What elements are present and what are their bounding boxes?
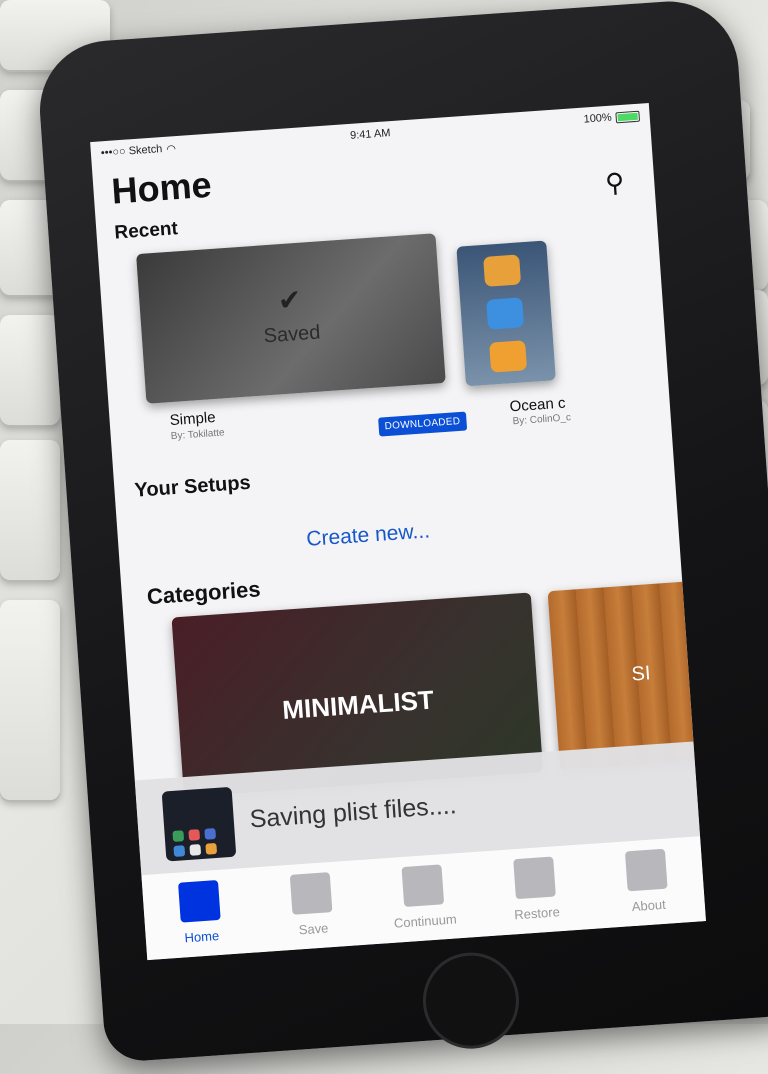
app-icon: [489, 340, 528, 373]
restore-tab-icon: [513, 856, 556, 900]
page-title: Home: [110, 163, 213, 212]
categories-heading: Categories: [146, 576, 262, 610]
battery-icon: [615, 110, 641, 123]
mini-app-icon: [188, 828, 201, 841]
setup-thumbnail: [161, 786, 237, 861]
clock: 9:41 AM: [349, 127, 391, 142]
tab-about[interactable]: About: [605, 847, 689, 915]
mini-app-icon: [173, 844, 186, 857]
tab-continuum[interactable]: Continuum: [382, 863, 466, 931]
save-tab-icon: [289, 872, 333, 915]
home-tab-icon: [178, 879, 221, 923]
tab-label: Continuum: [393, 911, 458, 931]
keyboard-key: [0, 600, 60, 800]
recent-item-name: Simple: [169, 409, 217, 430]
recent-heading: Recent: [113, 218, 179, 244]
mini-app-icon: [205, 842, 218, 855]
tab-label: Save: [298, 920, 329, 938]
phone-device: •••○○ Sketch ◠ 9:41 AM 100% Home ⚲ Recent…: [35, 0, 768, 1064]
status-bar: •••○○ Sketch ◠ 9:41 AM 100%: [90, 103, 650, 166]
battery-percent: 100%: [583, 111, 613, 126]
wifi-icon: ◠: [165, 142, 177, 156]
about-tab-icon: [624, 848, 668, 892]
continuum-tab-icon: [401, 864, 445, 908]
recent-card-simple[interactable]: ✔ Saved: [136, 233, 446, 404]
carrier-label: •••○○ Sketch: [100, 143, 163, 160]
tab-label: About: [631, 896, 667, 915]
phone-screen: •••○○ Sketch ◠ 9:41 AM 100% Home ⚲ Recent…: [90, 103, 706, 961]
toast-message: Saving plist files....: [248, 791, 458, 834]
downloaded-badge: DOWNLOADED: [378, 411, 467, 437]
category-label: SI: [630, 662, 652, 686]
tab-home[interactable]: Home: [158, 879, 242, 947]
home-button[interactable]: [419, 949, 523, 1052]
keyboard-key: [0, 440, 60, 580]
tab-label: Home: [184, 928, 220, 946]
app-icon: [483, 254, 522, 287]
mini-app-icon: [172, 829, 185, 842]
category-label: MINIMALIST: [281, 684, 435, 726]
create-new-link[interactable]: Create new...: [306, 519, 431, 552]
tab-save[interactable]: Save: [270, 871, 354, 939]
keyboard-key: [0, 315, 60, 425]
recent-card-ocean[interactable]: [456, 240, 556, 387]
mini-app-icon: [204, 827, 217, 840]
search-icon[interactable]: ⚲: [604, 167, 625, 199]
recent-item-author: By: Tokilatte: [170, 427, 225, 443]
mini-app-icon: [189, 843, 202, 856]
tab-label: Restore: [513, 904, 561, 923]
tab-restore[interactable]: Restore: [493, 855, 577, 923]
app-icon: [486, 297, 525, 330]
your-setups-heading: Your Setups: [133, 471, 252, 502]
